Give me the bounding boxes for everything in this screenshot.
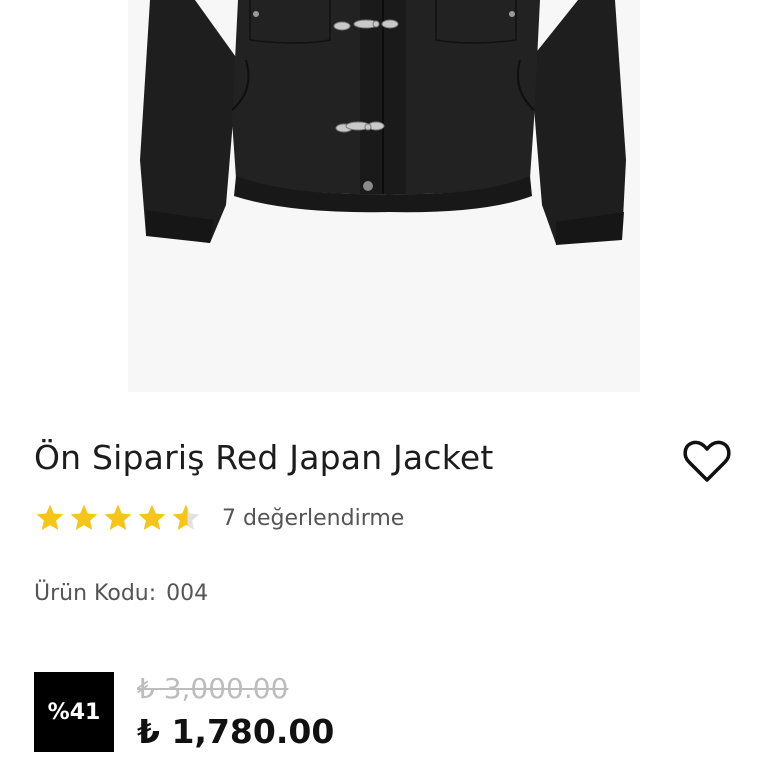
product-code-value: 004 — [166, 581, 209, 606]
product-title: Ön Sipariş Red Japan Jacket — [34, 438, 494, 477]
product-code: Ürün Kodu: 004 — [34, 581, 208, 606]
star-icon — [104, 504, 132, 530]
product-image-area — [0, 0, 768, 400]
heart-outline-icon[interactable] — [682, 438, 732, 484]
product-image[interactable] — [0, 0, 768, 400]
star-half-icon — [172, 504, 200, 530]
star-icon — [36, 504, 64, 530]
product-code-label: Ürün Kodu: — [34, 581, 157, 606]
discount-badge: %41 — [34, 672, 114, 752]
star-icon — [138, 504, 166, 530]
rating-row: 7 değerlendirme — [34, 502, 404, 534]
review-count-link[interactable]: 7 değerlendirme — [222, 506, 404, 531]
star-icon — [70, 504, 98, 530]
old-price: ₺ 3,000.00 — [137, 672, 289, 705]
current-price: ₺ 1,780.00 — [137, 712, 335, 751]
